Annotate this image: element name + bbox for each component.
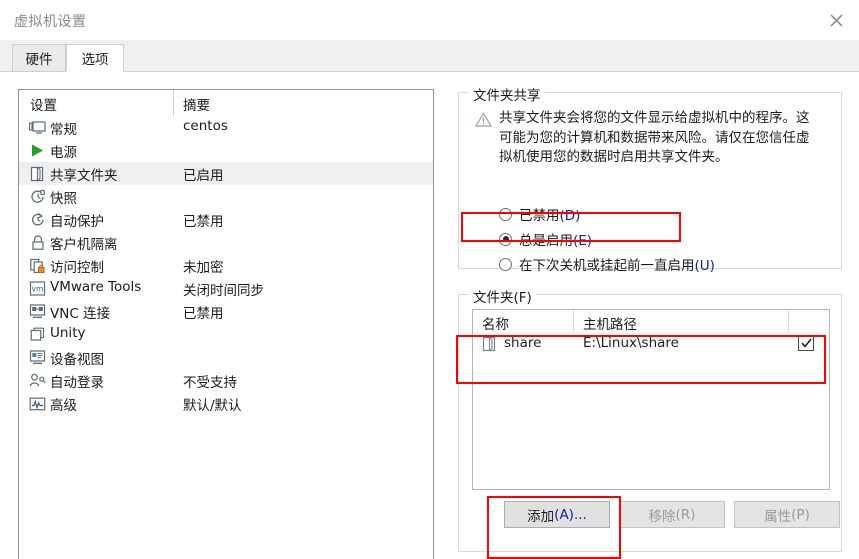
radio-always-enabled-label: 总是启用(E) — [519, 233, 593, 249]
settings-item-summary: 不受支持 — [183, 375, 237, 391]
settings-item-label: VNC 连接 — [50, 306, 111, 322]
radio-until-shutdown[interactable]: 在下次关机或挂起前一直启用(U) — [499, 253, 715, 275]
vnc-icon — [29, 303, 46, 320]
folders-table[interactable]: 名称 主机路径 share E:\Linux\share — [472, 309, 830, 490]
radio-button-indicator — [499, 257, 512, 271]
settings-item-summary: 已禁用 — [183, 306, 224, 322]
tab-hardware[interactable]: 硬件 — [12, 44, 66, 72]
monitor-icon — [29, 119, 46, 136]
vmware-tools-icon: vm — [29, 280, 46, 297]
folder-icon — [482, 336, 497, 352]
radio-until-shutdown-label: 在下次关机或挂起前一直启用(U) — [519, 258, 715, 274]
title-bar: 虚拟机设置 — [0, 0, 859, 40]
settings-list[interactable]: 设置 摘要 常规 centos 电源 共享文件夹 已启用 快照 自动保护 已禁用… — [18, 89, 434, 559]
vm-settings-dialog: 虚拟机设置 硬件 选项 设置 摘要 常规 centos 电源 共享文件夹 已启用… — [0, 0, 859, 559]
header-separator — [173, 90, 174, 116]
close-icon — [830, 14, 843, 27]
settings-item-power[interactable]: 电源 — [19, 139, 433, 162]
settings-item-label: Unity — [50, 325, 86, 341]
radio-always-enabled[interactable]: 总是启用(E) — [499, 228, 592, 250]
folder-properties-button[interactable]: 属性 (P) — [734, 501, 840, 528]
settings-item-access-control[interactable]: 访问控制 未加密 — [19, 254, 433, 277]
options-pane: 文件夹共享 共享文件夹会将您的文件显示给虚拟机中的程序。这可能为您的计算机和数据… — [450, 72, 850, 559]
settings-list-header: 设置 摘要 — [19, 90, 433, 116]
settings-item-vnc[interactable]: VNC 连接 已禁用 — [19, 300, 433, 323]
settings-item-advanced[interactable]: 高级 默认/默认 — [19, 392, 433, 415]
column-header-summary: 摘要 — [183, 98, 210, 114]
radio-button-indicator — [499, 207, 512, 221]
settings-item-general[interactable]: 常规 centos — [19, 116, 433, 139]
lock-icon — [29, 234, 46, 251]
advanced-icon — [29, 395, 46, 412]
window-title: 虚拟机设置 — [14, 14, 87, 30]
settings-item-summary: centos — [183, 118, 228, 134]
settings-item-auto-login[interactable]: 自动登录 不受支持 — [19, 369, 433, 392]
settings-item-summary: 默认/默认 — [183, 398, 242, 414]
settings-item-label: 客户机隔离 — [50, 237, 118, 253]
folder-host-path: E:\Linux\share — [583, 335, 679, 351]
folders-table-header: 名称 主机路径 — [473, 310, 829, 333]
settings-item-label: 常规 — [50, 122, 77, 138]
sharing-warning-text: 共享文件夹会将您的文件显示给虚拟机中的程序。这可能为您的计算机和数据带来风险。请… — [499, 110, 810, 165]
radio-disabled[interactable]: 已禁用(D) — [499, 203, 580, 225]
settings-item-label: 自动登录 — [50, 375, 104, 391]
settings-item-label: VMware Tools — [50, 279, 142, 295]
close-button[interactable] — [813, 0, 859, 40]
unity-icon — [29, 326, 46, 343]
settings-item-summary: 未加密 — [183, 260, 224, 276]
folder-name: share — [504, 335, 542, 351]
settings-item-label: 共享文件夹 — [50, 168, 118, 184]
tab-strip: 硬件 选项 — [0, 40, 859, 72]
column-header-path: 主机路径 — [583, 317, 637, 333]
autoprotect-icon — [29, 211, 46, 228]
settings-item-label: 访问控制 — [50, 260, 104, 276]
table-row[interactable]: share E:\Linux\share — [473, 332, 829, 356]
add-folder-button[interactable]: 添加 (A)... — [504, 501, 610, 528]
folder-enabled-checkbox[interactable] — [798, 335, 814, 351]
settings-item-guest-isolation[interactable]: 客户机隔离 — [19, 231, 433, 254]
settings-item-unity[interactable]: Unity — [19, 323, 433, 346]
snapshot-icon — [29, 188, 46, 205]
svg-text:vm: vm — [32, 285, 44, 294]
tab-options[interactable]: 选项 — [66, 44, 124, 72]
remove-folder-button[interactable]: 移除 (R) — [619, 501, 725, 528]
settings-item-autoprotect[interactable]: 自动保护 已禁用 — [19, 208, 433, 231]
settings-item-device-view[interactable]: 设备视图 — [19, 346, 433, 369]
tab-hardware-label: 硬件 — [25, 52, 53, 68]
check-icon — [801, 338, 812, 348]
dialog-content: 设置 摘要 常规 centos 电源 共享文件夹 已启用 快照 自动保护 已禁用… — [0, 72, 859, 559]
warning-triangle-icon — [474, 112, 493, 127]
tab-options-label: 选项 — [81, 52, 109, 68]
settings-item-summary: 已启用 — [183, 168, 224, 184]
folder-sharing-group: 文件夹共享 共享文件夹会将您的文件显示给虚拟机中的程序。这可能为您的计算机和数据… — [458, 84, 842, 274]
folder-action-buttons: 添加 (A)... 移除 (R) 属性 (P) — [472, 501, 840, 528]
folders-group: 文件夹(F) 名称 主机路径 share E:\Linux\share 添加 (… — [458, 286, 842, 552]
settings-item-label: 自动保护 — [50, 214, 104, 230]
settings-item-shared-folders[interactable]: 共享文件夹 已启用 — [19, 162, 433, 185]
shared-folder-icon — [29, 165, 46, 182]
settings-item-label: 快照 — [50, 191, 77, 207]
radio-disabled-label: 已禁用(D) — [519, 208, 581, 224]
settings-item-summary: 关闭时间同步 — [183, 283, 264, 299]
power-play-icon — [29, 142, 46, 159]
auto-login-icon — [29, 372, 46, 389]
settings-item-snapshot[interactable]: 快照 — [19, 185, 433, 208]
settings-item-label: 设备视图 — [50, 352, 104, 368]
settings-item-summary: 已禁用 — [183, 214, 224, 230]
folder-sharing-group-title: 文件夹共享 — [469, 84, 545, 104]
settings-item-vmware-tools[interactable]: vm VMware Tools 关闭时间同步 — [19, 277, 433, 300]
settings-item-label: 高级 — [50, 398, 77, 414]
folders-group-title: 文件夹(F) — [469, 286, 536, 306]
access-control-icon — [29, 257, 46, 274]
column-header-name: 名称 — [482, 317, 509, 333]
settings-item-label: 电源 — [50, 145, 77, 161]
device-view-icon — [29, 349, 46, 366]
column-header-setting: 设置 — [30, 98, 57, 114]
radio-button-indicator — [499, 232, 512, 246]
